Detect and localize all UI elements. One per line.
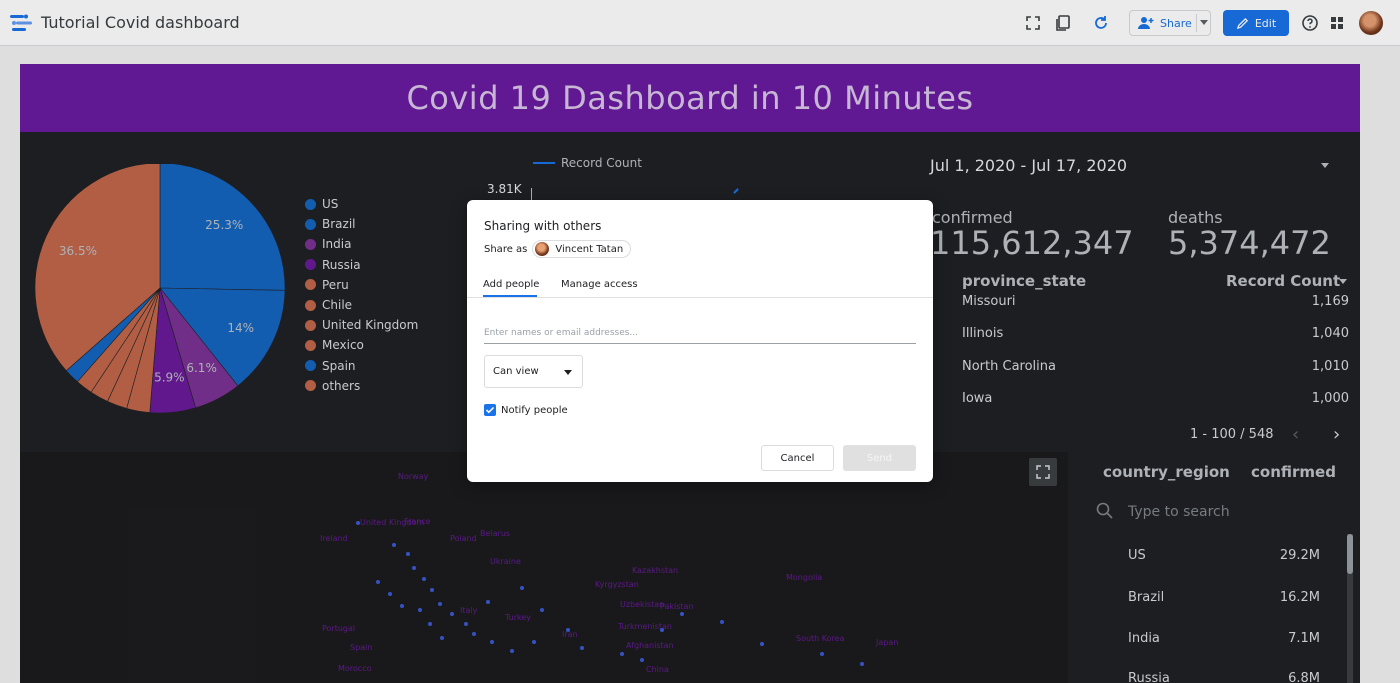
email-field[interactable]: [484, 322, 916, 344]
cancel-button[interactable]: Cancel: [761, 445, 834, 471]
send-button[interactable]: Send: [843, 445, 916, 471]
notify-checkbox-row[interactable]: Notify people: [484, 404, 568, 416]
user-name: Vincent Tatan: [555, 243, 624, 255]
user-chip[interactable]: Vincent Tatan: [532, 240, 632, 258]
share-as-label: Share as: [484, 243, 528, 255]
share-as-row: Share as Vincent Tatan: [484, 240, 632, 258]
tab-manage-access[interactable]: Manage access: [561, 279, 638, 290]
share-dialog: Sharing with others Share as Vincent Tat…: [467, 200, 933, 482]
avatar: [535, 242, 550, 256]
notify-label: Notify people: [501, 404, 568, 416]
permission-value: Can view: [493, 366, 539, 377]
dialog-title: Sharing with others: [484, 219, 602, 233]
check-icon: [485, 406, 495, 414]
tab-add-people[interactable]: Add people: [483, 279, 539, 290]
tab-divider: [467, 297, 933, 298]
notify-checkbox[interactable]: [484, 404, 496, 416]
chevron-down-icon: [564, 370, 572, 375]
permission-select[interactable]: Can view: [484, 355, 583, 388]
